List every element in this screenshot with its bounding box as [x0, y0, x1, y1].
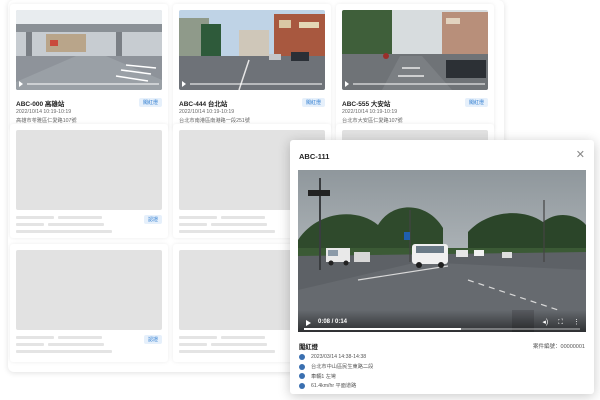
volume-icon[interactable]: ◂) [542, 319, 548, 326]
mini-controls [182, 81, 322, 87]
placeholder-line [179, 230, 275, 233]
violation-badge: 闖紅燈 [464, 98, 488, 107]
placeholder-line [211, 223, 267, 226]
placeholder-thumbnail [16, 130, 162, 210]
detail-vehicle: 車輛1 左彎 [311, 373, 337, 380]
video-card[interactable]: ABC-444 台北站 闖紅燈 2022/10/14 10:19-10:19 台… [173, 4, 331, 130]
video-thumbnail[interactable] [16, 10, 162, 90]
clock-icon [299, 354, 305, 360]
card-title: ABC-555 大安站 [342, 100, 391, 108]
violation-badge: 闖紅燈 [301, 98, 325, 107]
placeholder-line [16, 350, 112, 353]
play-icon[interactable] [182, 81, 186, 87]
video-card[interactable]: ABC-555 大安站 闖紅燈 2022/10/14 10:19-10:19 台… [336, 4, 494, 130]
placeholder-badge: 認證 [144, 215, 163, 224]
card-title: ABC-444 台北站 [179, 100, 228, 108]
placeholder-thumbnail [16, 250, 162, 330]
placeholder-line [16, 223, 44, 226]
close-icon[interactable]: ✕ [576, 148, 585, 161]
video-time: 0:08 / 0:14 [318, 319, 348, 325]
speed-icon [299, 382, 305, 389]
placeholder-line [221, 336, 265, 339]
mini-controls [19, 81, 159, 87]
mini-progress [190, 83, 322, 85]
violation-type: 闖紅燈 [299, 344, 318, 351]
city-street-image [179, 10, 325, 90]
placeholder-line [48, 223, 104, 226]
detail-row: 車輛1 左彎 [299, 373, 585, 380]
violation-badge: 闖紅燈 [138, 98, 162, 107]
violation-info: 闖紅燈 案件編號：00000001 2023/03/14 14:38-14:38… [299, 342, 585, 389]
placeholder-line [16, 343, 44, 346]
card-time: 2022/10/14 10:19-10:19 [342, 109, 398, 115]
placeholder-line [179, 216, 217, 219]
play-icon[interactable] [306, 320, 311, 326]
mini-progress [27, 83, 159, 85]
mini-controls [345, 81, 485, 87]
placeholder-line [179, 350, 275, 353]
play-icon[interactable] [345, 81, 349, 87]
card-time: 2022/10/14 10:19-10:19 [179, 109, 235, 115]
placeholder-card: 認證 [10, 244, 168, 362]
video-progress-fill [304, 328, 462, 330]
video-controls: 0:08 / 0:14 ◂) ⛶ ⋮ [298, 310, 586, 332]
fullscreen-icon[interactable]: ⛶ [558, 319, 563, 326]
play-icon[interactable] [19, 81, 23, 87]
card-title-row: ABC-444 台北站 闖紅燈 [179, 98, 325, 108]
placeholder-card: 認證 [10, 124, 168, 238]
modal-title: ABC-111 [299, 152, 330, 161]
placeholder-line [211, 343, 267, 346]
card-title-row: ABC-000 高雄站 闖紅燈 [16, 98, 162, 108]
case-number: 案件編號：00000001 [533, 344, 585, 350]
placeholder-line [221, 216, 265, 219]
detail-row: 2023/03/14 14:38-14:38 [299, 354, 585, 361]
location-icon [299, 363, 305, 370]
placeholder-line [16, 216, 54, 219]
car-icon [299, 373, 305, 379]
more-options-icon[interactable]: ⋮ [573, 319, 580, 326]
placeholder-line [58, 336, 102, 339]
mini-progress [353, 83, 485, 85]
video-card[interactable]: ABC-000 高雄站 闖紅燈 2022/10/14 10:19-10:19 高… [10, 4, 168, 130]
overpass-road-image [16, 10, 162, 90]
video-player[interactable]: 0:08 / 0:14 ◂) ⛶ ⋮ [298, 170, 586, 332]
video-progress-bar[interactable] [304, 328, 580, 330]
info-header: 闖紅燈 案件編號：00000001 [299, 342, 585, 351]
video-thumbnail[interactable] [179, 10, 325, 90]
placeholder-line [179, 336, 217, 339]
detail-time: 2023/03/14 14:38-14:38 [311, 354, 367, 360]
placeholder-line [48, 343, 104, 346]
card-title-row: ABC-555 大安站 闖紅燈 [342, 98, 488, 108]
detail-row: 台北市中山區民生東路二段 [299, 363, 585, 370]
placeholder-line [58, 216, 102, 219]
placeholder-line [16, 336, 54, 339]
placeholder-line [179, 223, 207, 226]
placeholder-line [16, 230, 112, 233]
video-thumbnail[interactable] [342, 10, 488, 90]
control-icons: ◂) ⛶ ⋮ [534, 318, 580, 327]
video-detail-modal: ABC-111 ✕ 0:08 / 0:14 ◂) ⛶ ⋮ 闖紅燈 案件編號：00… [290, 140, 594, 394]
card-title: ABC-000 高雄站 [16, 100, 65, 108]
detail-row: 61.4km/hr 平面道路 [299, 382, 585, 389]
intersection-video-frame [298, 170, 586, 332]
card-time: 2022/10/14 10:19-10:19 [16, 109, 72, 115]
placeholder-line [179, 343, 207, 346]
placeholder-badge: 認證 [144, 335, 163, 344]
detail-location: 台北市中山區民生東路二段 [311, 364, 374, 370]
detail-speed: 61.4km/hr 平面道路 [311, 383, 357, 389]
scooter-street-image [342, 10, 488, 90]
